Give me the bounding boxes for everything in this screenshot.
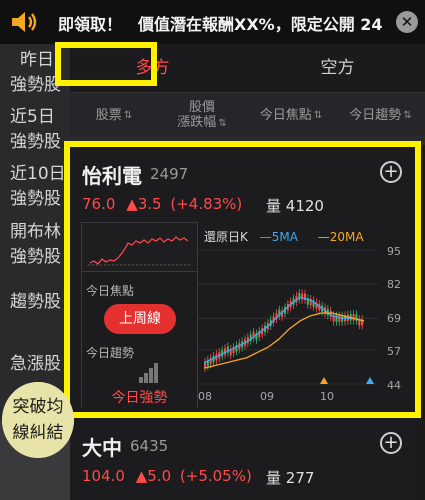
sidebar-item-label: 趨勢股 — [10, 292, 61, 312]
sort-icon: ⇅ — [123, 109, 133, 121]
tab-short[interactable]: 空方 — [250, 44, 425, 92]
sidebar-active-badge[interactable]: 突破均 線糾結 — [2, 382, 74, 458]
stock-name[interactable]: 大中 — [82, 432, 122, 461]
add-watchlist-icon[interactable]: + — [380, 432, 402, 454]
announcement-text: 即領取！ 價值潛在報酬XX%，限定公開 24 — [58, 15, 383, 33]
sidebar-item-trend[interactable]: 趨勢股 — [0, 290, 70, 315]
sidebar-item-label: 近10日 — [10, 164, 66, 184]
sidebar-item-10day-strong[interactable]: 近10日 強勢股 — [0, 162, 70, 212]
stock-price-line: 104.0 ▲5.0 (+5.05%) — [82, 467, 252, 485]
sort-icon: ⇅ — [313, 109, 323, 121]
volume-label: 量 — [266, 469, 282, 487]
highlight-box-tab — [55, 42, 157, 86]
sidebar-item-label: 開布林 — [10, 222, 61, 242]
column-label: 股票 — [95, 107, 122, 123]
column-label: 今日焦點 — [259, 107, 312, 123]
announcement-bar[interactable]: 即領取！ 價值潛在報酬XX%，限定公開 24 ✕ — [0, 0, 425, 44]
sidebar-item-label: 強勢股 — [10, 189, 61, 209]
volume-value: 277 — [285, 469, 315, 487]
column-label: 今日趨勢 — [349, 107, 402, 123]
sort-icon: ⇅ — [403, 109, 412, 121]
column-change[interactable]: 股價 漲跌幅 ⇅ — [158, 93, 246, 137]
sidebar-item-5day-strong[interactable]: 近5日 強勢股 — [0, 105, 70, 155]
stock-change-pct: (+5.05%) — [179, 467, 252, 485]
sidebar-item-label: 強勢股 — [10, 132, 61, 152]
sort-icon: ⇅ — [218, 117, 227, 129]
column-stock[interactable]: 股票 ⇅ — [70, 93, 158, 137]
stock-price: 104.0 — [82, 467, 125, 485]
sidebar-item-label: 近5日 — [10, 107, 55, 127]
sidebar-item-label: 急漲股 — [10, 354, 61, 374]
column-label: 漲跌幅 — [177, 114, 217, 130]
sidebar-item-surge[interactable]: 急漲股 — [0, 352, 70, 377]
close-icon[interactable]: ✕ — [396, 11, 418, 33]
sidebar-item-label: 強勢股 — [10, 247, 61, 267]
highlight-box-card — [64, 141, 421, 418]
sidebar-item-bollinger-strong[interactable]: 開布林 強勢股 — [0, 220, 70, 270]
column-focus[interactable]: 今日焦點 ⇅ — [246, 93, 336, 137]
column-trend[interactable]: 今日趨勢 ⇅ — [336, 93, 425, 137]
sidebar-item-label: 線糾結 — [12, 423, 64, 443]
column-label: 股價 — [188, 99, 215, 115]
column-header: 股票 ⇅ 股價 漲跌幅 ⇅ 今日焦點 ⇅ 今日趨勢 ⇅ — [70, 92, 425, 136]
speaker-icon — [12, 12, 37, 32]
stock-change: ▲5.0 — [135, 467, 172, 485]
stock-code: 6435 — [130, 437, 169, 455]
sidebar-item-label: 突破均 — [12, 397, 64, 417]
stock-volume-line: 量 277 — [266, 467, 314, 488]
